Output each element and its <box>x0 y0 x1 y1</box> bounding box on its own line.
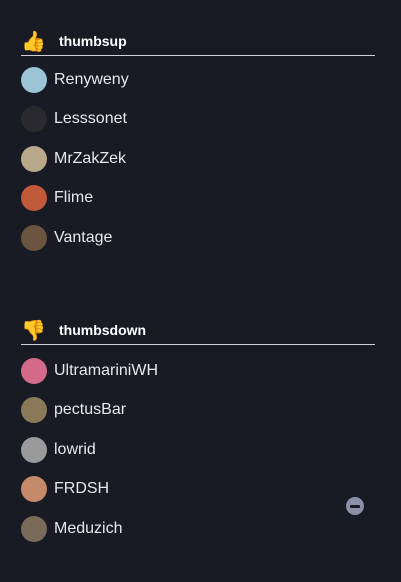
user-name: lowrid <box>54 440 96 458</box>
user-row[interactable]: pectusBar <box>21 391 375 431</box>
user-row[interactable]: Lesssonet <box>21 100 375 140</box>
avatar <box>21 476 47 503</box>
user-name: Flime <box>54 189 94 207</box>
avatar <box>21 106 47 133</box>
thumbsup-icon: 👍 <box>21 29 46 53</box>
user-row[interactable]: FRDSH <box>21 470 375 510</box>
reaction-title: thumbsup <box>59 33 127 49</box>
reaction-section-thumbsdown: 👎 thumbsdown UltramariniWH pectusBar low… <box>21 316 375 549</box>
reaction-section-thumbsup: 👍 thumbsup Renyweny Lesssonet MrZakZek F… <box>21 27 375 258</box>
avatar <box>21 515 47 542</box>
user-list: Renyweny Lesssonet MrZakZek Flime Vantag… <box>21 60 375 258</box>
user-name: Lesssonet <box>54 110 127 128</box>
user-list: UltramariniWH pectusBar lowrid FRDSH Med… <box>21 351 375 549</box>
user-name: Vantage <box>54 228 113 246</box>
user-name: Renyweny <box>54 70 129 88</box>
user-name: MrZakZek <box>54 149 126 167</box>
reaction-header: 👎 thumbsdown <box>21 316 375 345</box>
user-name: UltramariniWH <box>54 361 158 379</box>
avatar <box>21 357 47 384</box>
user-name: FRDSH <box>54 480 110 498</box>
reaction-header: 👍 thumbsup <box>21 27 375 56</box>
thumbsdown-icon: 👎 <box>21 318 46 342</box>
reaction-title: thumbsdown <box>59 322 147 338</box>
user-row[interactable]: Flime <box>21 179 375 219</box>
avatar <box>21 397 47 424</box>
user-row[interactable]: Renyweny <box>21 60 375 100</box>
avatar <box>21 436 47 463</box>
user-name: pectusBar <box>54 401 127 419</box>
user-row[interactable]: Meduzich <box>21 509 375 549</box>
avatar <box>21 224 47 251</box>
user-row[interactable]: Vantage <box>21 218 375 258</box>
avatar <box>21 66 47 93</box>
remove-reaction-button[interactable] <box>346 497 364 515</box>
user-row[interactable]: MrZakZek <box>21 139 375 179</box>
avatar <box>21 145 47 172</box>
user-row[interactable]: UltramariniWH <box>21 351 375 391</box>
user-name: Meduzich <box>54 519 123 537</box>
minus-circle-icon <box>350 504 360 508</box>
user-row[interactable]: lowrid <box>21 430 375 470</box>
avatar <box>21 185 47 212</box>
